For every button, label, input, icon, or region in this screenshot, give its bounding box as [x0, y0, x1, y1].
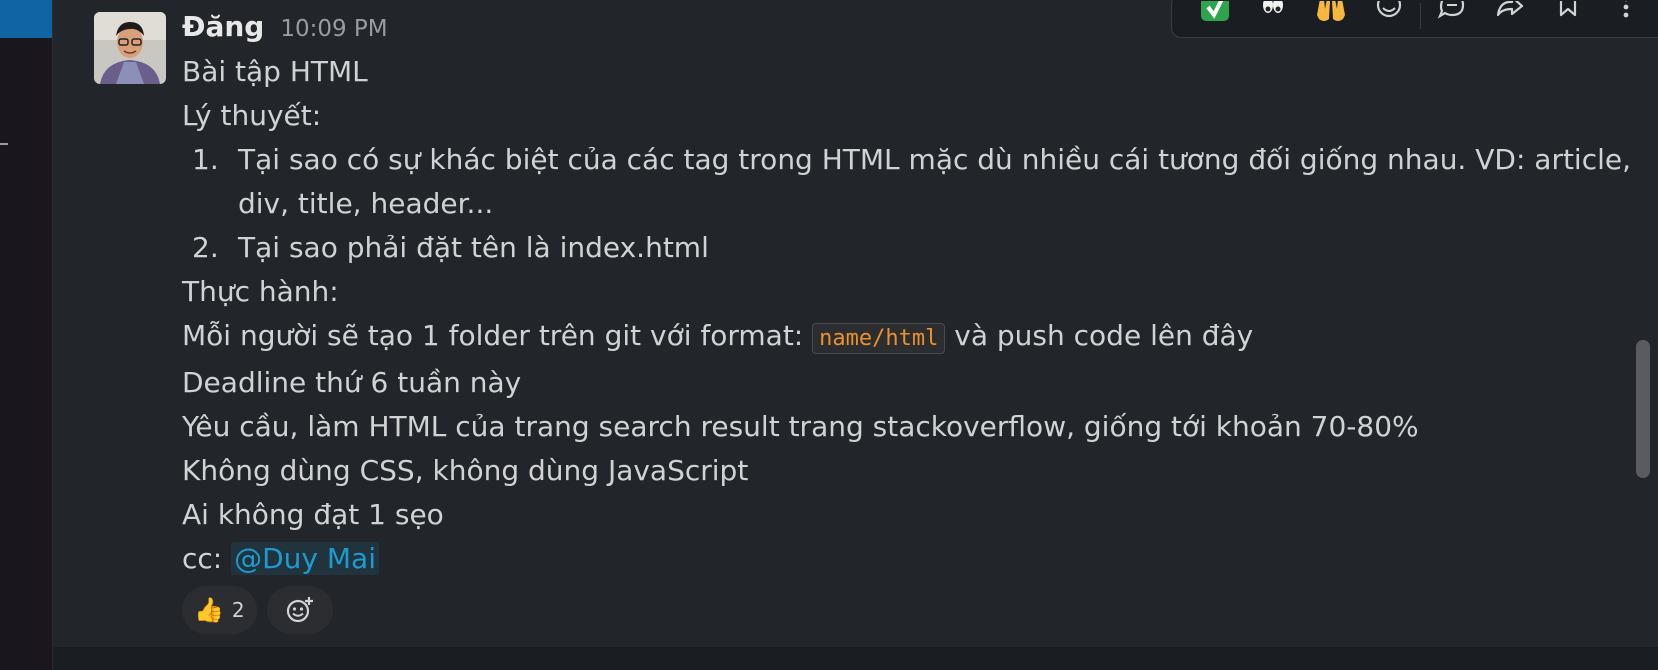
message-line-deadline: Deadline thứ 6 tuần này — [182, 366, 522, 399]
list-item: 1. Tại sao có sự khác biệt của các tag t… — [182, 138, 1642, 226]
save-for-later-button[interactable] — [1539, 0, 1597, 38]
message-item[interactable]: Đăng 10:09 PM Bài tập HTML Lý thuyết: 1.… — [53, 0, 1658, 647]
reply-thread-icon — [1437, 1, 1465, 19]
reply-in-thread-button[interactable] — [1423, 0, 1481, 38]
sidebar-divider — [0, 143, 8, 145]
message-line-no-css: Không dùng CSS, không dùng JavaScript — [182, 454, 749, 487]
more-actions-icon — [1623, 1, 1629, 18]
share-icon — [1496, 1, 1524, 17]
reaction-count: 2 — [231, 598, 245, 622]
cc-prefix: cc: — [182, 542, 232, 575]
list-item-text: Tại sao có sự khác biệt của các tag tron… — [238, 143, 1632, 220]
more-actions-button[interactable] — [1597, 0, 1655, 38]
message-list-bottom — [53, 647, 1658, 670]
reaction-thumbs-up[interactable]: 👍 2 — [182, 586, 257, 634]
folder-text-before: Mỗi người sẽ tạo 1 folder trên git với f… — [182, 319, 813, 352]
thumbs-up-icon: 👍 — [194, 596, 224, 624]
react-eyes-button[interactable] — [1244, 0, 1302, 38]
add-reaction-toolbar-button[interactable] — [1360, 0, 1418, 38]
message-line-title: Bài tập HTML — [182, 55, 368, 88]
add-reaction-icon — [1376, 1, 1402, 18]
sidebar-active-item[interactable] — [0, 0, 52, 38]
avatar-image — [94, 12, 166, 84]
list-item-text: Tại sao phải đặt tên là index.html — [238, 231, 709, 264]
bookmark-icon — [1559, 1, 1577, 17]
share-message-button[interactable] — [1481, 0, 1539, 38]
list-item: 2. Tại sao phải đặt tên là index.html — [182, 226, 1642, 270]
reactions-bar: 👍 2 — [182, 586, 333, 634]
check-mark-icon — [1201, 1, 1229, 21]
message-timestamp[interactable]: 10:09 PM — [280, 16, 387, 42]
react-check-button[interactable] — [1186, 0, 1244, 38]
message-line-folder: Mỗi người sẽ tạo 1 folder trên git với f… — [182, 314, 1642, 361]
message-actions-toolbar — [1171, 0, 1658, 38]
add-reaction-button[interactable] — [266, 586, 333, 634]
author-name[interactable]: Đăng — [182, 10, 264, 43]
question-list: 1. Tại sao có sự khác biệt của các tag t… — [182, 138, 1642, 270]
workspace-sidebar — [0, 0, 53, 670]
inline-code: name/html — [812, 323, 946, 354]
message-line-penalty: Ai không đạt 1 sẹo — [182, 498, 444, 531]
message-line-theory: Lý thuyết: — [182, 99, 322, 132]
message-line-practice: Thực hành: — [182, 275, 339, 308]
toolbar-divider — [1420, 3, 1421, 29]
list-item-number: 2. — [192, 231, 219, 264]
react-raised-hands-button[interactable] — [1302, 0, 1360, 38]
scrollbar-thumb[interactable] — [1636, 340, 1650, 478]
list-item-number: 1. — [192, 143, 219, 176]
message-header: Đăng 10:09 PM — [182, 10, 388, 50]
message-line-requirement: Yêu cầu, làm HTML của trang search resul… — [182, 410, 1419, 443]
user-mention[interactable]: @Duy Mai — [231, 542, 379, 575]
eyes-icon — [1263, 1, 1283, 13]
folder-text-after: và push code lên đây — [945, 319, 1254, 352]
raised-hands-icon — [1317, 1, 1345, 21]
message-body: Bài tập HTML Lý thuyết: 1. Tại sao có sự… — [182, 50, 1642, 581]
avatar[interactable] — [94, 12, 166, 84]
message-line-cc: cc: @Duy Mai — [182, 537, 1642, 581]
add-reaction-icon — [286, 597, 313, 623]
